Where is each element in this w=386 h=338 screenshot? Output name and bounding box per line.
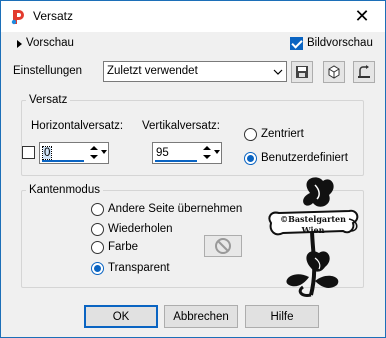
watermark-line2: Wien — [301, 225, 325, 235]
no-color-icon — [215, 238, 231, 254]
close-button[interactable]: ✕ — [339, 1, 385, 32]
save-icon — [296, 66, 308, 78]
dropdown-arrow-icon[interactable] — [214, 150, 220, 154]
reset-icon — [328, 65, 340, 79]
radio-color-label[interactable]: Farbe — [108, 241, 138, 253]
horizontal-offset-value: 0 — [41, 146, 53, 160]
ok-button-label: OK — [112, 310, 130, 323]
reset-preset-button[interactable] — [323, 61, 345, 83]
horizontal-offset-spinner[interactable]: 0 — [39, 142, 109, 164]
radio-wrap-label[interactable]: Andere Seite übernehmen — [108, 203, 242, 215]
window-title: Versatz — [33, 9, 74, 23]
horizontal-link-checkbox[interactable] — [22, 146, 35, 159]
vertical-offset-value: 95 — [156, 147, 169, 159]
color-swatch-button[interactable] — [204, 235, 242, 257]
offset-group — [21, 100, 364, 176]
radio-transparent-label[interactable]: Transparent — [108, 262, 170, 274]
radio-color[interactable] — [91, 241, 104, 254]
radio-custom-label[interactable]: Benutzerdefiniert — [261, 152, 348, 164]
radio-wrap[interactable] — [91, 203, 104, 216]
save-preset-button[interactable] — [291, 61, 313, 83]
spinner-arrows-icon[interactable] — [88, 144, 99, 162]
dropdown-arrow-icon[interactable] — [101, 150, 107, 154]
watermark-logo-image: ©Bastelgarten Wien — [268, 177, 359, 297]
title-bar: Versatz ✕ — [1, 1, 385, 32]
restore-preset-button[interactable] — [353, 61, 375, 83]
cancel-button[interactable]: Abbrechen — [164, 305, 238, 328]
help-button-label: Hilfe — [270, 310, 294, 323]
horizontal-offset-label: Horizontalversatz: — [31, 120, 124, 132]
offset-group-label: Versatz — [26, 94, 71, 106]
edge-mode-group-label: Kantenmodus — [26, 184, 103, 196]
radio-custom[interactable] — [244, 152, 257, 165]
cancel-button-label: Abbrechen — [173, 310, 229, 323]
close-icon: ✕ — [354, 6, 370, 26]
preview-toggle-label[interactable]: Vorschau — [26, 37, 74, 49]
vertical-offset-spinner[interactable]: 95 — [152, 142, 222, 164]
image-preview-label: Bildvorschau — [307, 37, 373, 49]
image-preview-checkbox[interactable] — [290, 37, 303, 50]
settings-dropdown[interactable]: Zuletzt verwendet — [103, 61, 287, 82]
ok-button[interactable]: OK — [84, 305, 158, 328]
radio-transparent[interactable] — [91, 262, 104, 275]
chevron-down-icon — [270, 62, 286, 81]
app-icon — [11, 10, 24, 25]
radio-repeat[interactable] — [91, 223, 104, 236]
radio-centered[interactable] — [244, 128, 257, 141]
spinner-arrows-icon[interactable] — [201, 144, 212, 162]
watermark-line1: ©Bastelgarten — [280, 214, 346, 224]
dialog-window: Versatz ✕ Vorschau Bildvorschau Einstell… — [0, 0, 386, 338]
expand-triangle-icon[interactable] — [17, 40, 22, 48]
vertical-offset-label: Vertikalversatz: — [142, 120, 220, 132]
settings-selected-value: Zuletzt verwendet — [107, 65, 198, 77]
radio-repeat-label[interactable]: Wiederholen — [108, 223, 173, 235]
settings-label: Einstellungen — [13, 65, 83, 77]
help-button[interactable]: Hilfe — [245, 305, 319, 328]
radio-centered-label[interactable]: Zentriert — [261, 128, 304, 140]
restore-icon — [358, 65, 370, 78]
